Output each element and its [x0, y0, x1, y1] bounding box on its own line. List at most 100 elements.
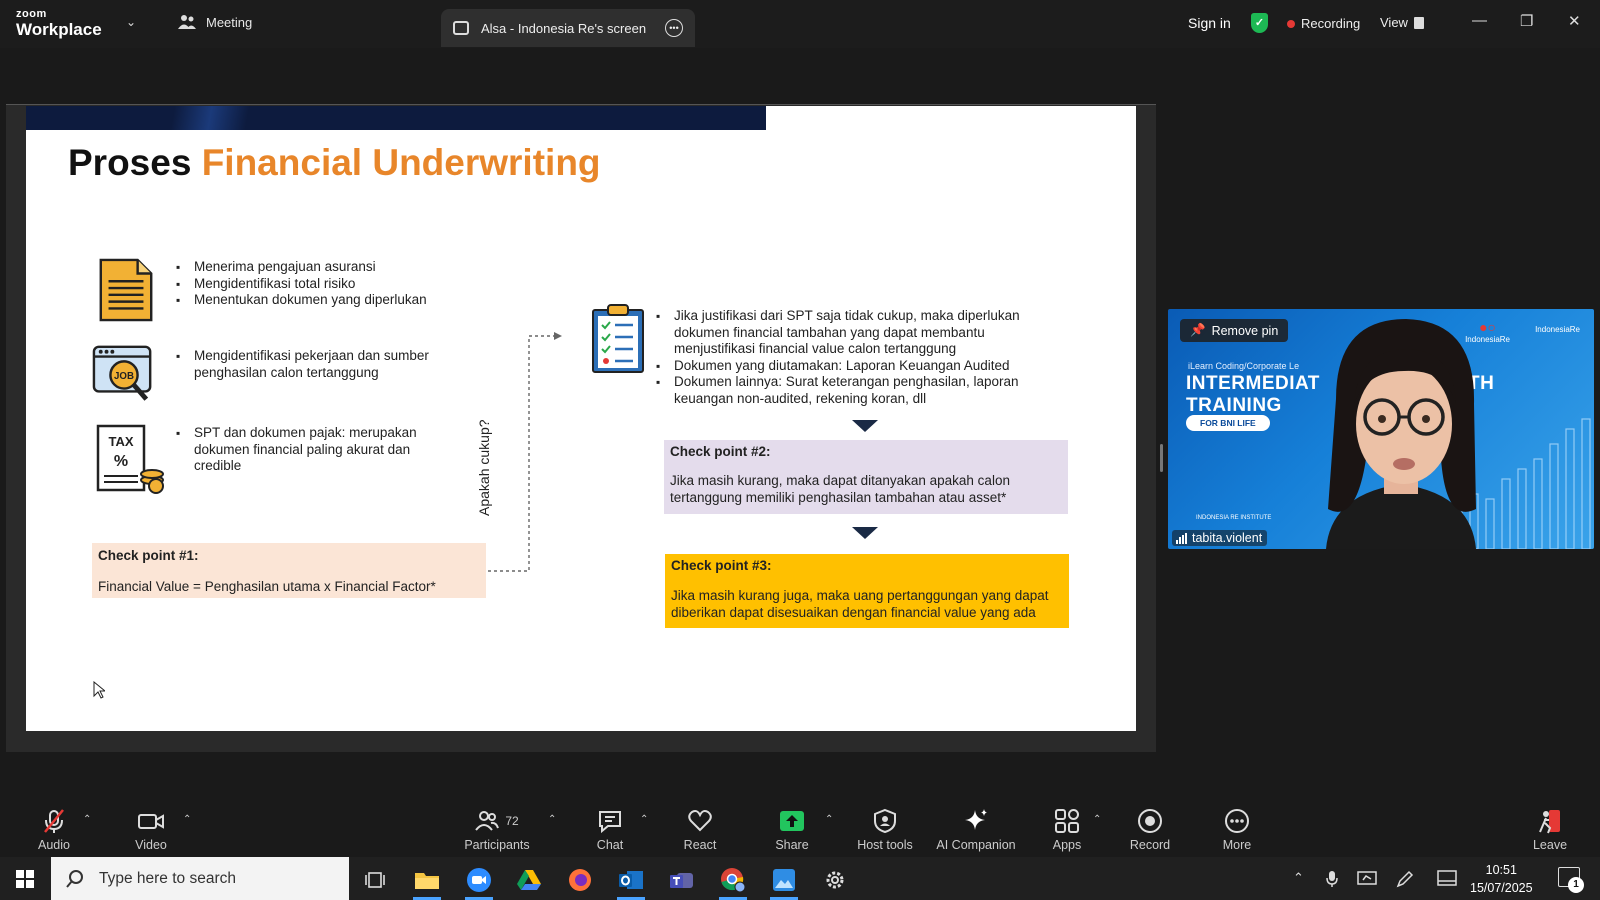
resize-handle[interactable] — [1160, 444, 1163, 472]
tray-expand-icon[interactable]: ⌃ — [1293, 870, 1304, 886]
list-item: SPT dan dokumen pajak: merupakan dokumen… — [176, 425, 436, 475]
display-icon[interactable] — [1357, 870, 1377, 888]
host-tools-label: Host tools — [857, 838, 913, 852]
zoom-workplace-logo[interactable]: zoom Workplace — [16, 8, 102, 39]
close-icon[interactable]: ✕ — [1568, 12, 1581, 30]
teams-icon[interactable] — [662, 863, 702, 897]
react-button[interactable]: React — [679, 808, 721, 852]
keyboard-icon[interactable] — [1437, 870, 1457, 886]
taskbar-clock[interactable]: 10:51 15/07/2025 — [1470, 861, 1533, 897]
slide-title: Proses Financial Underwriting — [68, 142, 601, 184]
share-button[interactable]: Share — [771, 808, 813, 852]
chat-button[interactable]: Chat — [590, 808, 630, 852]
apps-label: Apps — [1052, 838, 1082, 852]
slide-title-part1: Proses — [68, 142, 192, 183]
windows-start-icon[interactable] — [16, 870, 34, 888]
checkpoint-2-box: Check point #2: Jika masih kurang, maka … — [664, 440, 1068, 514]
sign-in-button[interactable]: Sign in — [1188, 15, 1231, 31]
logo-top-text: zoom — [16, 8, 47, 20]
list-item: Jika justifikasi dari SPT saja tidak cuk… — [656, 308, 1046, 358]
participant-video-tile[interactable]: 📌 Remove pin iLearn Coding/Corporate Le … — [1168, 309, 1594, 549]
view-layout-icon — [1413, 16, 1424, 29]
logo2-text: IndonesiaRe — [1535, 325, 1580, 334]
mouse-cursor-icon — [93, 681, 105, 699]
audio-button[interactable]: Audio — [34, 808, 74, 852]
clock-time: 10:51 — [1485, 863, 1517, 877]
checkpoint-2-body: Jika masih kurang, maka dapat ditanyakan… — [670, 473, 1010, 505]
share-screen-icon — [780, 811, 804, 831]
more-options-icon[interactable]: ••• — [665, 19, 683, 37]
chat-options-icon[interactable]: ⌃ — [640, 814, 648, 825]
video-button[interactable]: Video — [131, 808, 171, 852]
task-view-icon[interactable] — [355, 863, 395, 897]
tab-shared-screen-label: Alsa - Indonesia Re's screen — [481, 20, 647, 36]
recording-indicator[interactable]: Recording — [1287, 16, 1360, 31]
signal-strength-icon — [1176, 532, 1187, 544]
ai-companion-button[interactable]: AI Companion — [932, 808, 1020, 852]
audio-label: Audio — [38, 838, 70, 852]
apps-options-icon[interactable]: ⌃ — [1093, 814, 1101, 825]
pin-icon: 📌 — [1190, 323, 1206, 337]
view-button[interactable]: View — [1380, 15, 1424, 30]
shield-icon — [874, 808, 896, 834]
title-bar: zoom Workplace ⌄ Meeting Alsa - Indonesi… — [0, 0, 1600, 48]
participants-button[interactable]: 72 Participants — [461, 808, 533, 852]
photos-icon[interactable] — [764, 863, 804, 900]
view-label: View — [1380, 15, 1408, 30]
pen-icon[interactable] — [1396, 870, 1414, 888]
list-item: Dokumen yang diutamakan: Laporan Keuanga… — [656, 358, 1046, 375]
share-options-icon[interactable]: ⌃ — [825, 814, 833, 825]
outlook-icon[interactable] — [611, 863, 651, 900]
encryption-shield-icon[interactable]: ✓ — [1251, 13, 1268, 33]
tax-document-icon: TAX % — [96, 424, 164, 494]
restore-icon[interactable]: ❐ — [1520, 12, 1533, 30]
settings-gear-icon[interactable] — [815, 863, 855, 897]
participants-options-icon[interactable]: ⌃ — [548, 814, 556, 825]
apps-button[interactable]: Apps — [1047, 808, 1087, 852]
logo-bottom-text: Workplace — [16, 20, 102, 39]
video-options-icon[interactable]: ⌃ — [183, 814, 191, 825]
checkpoint-1-body: Financial Value = Penghasilan utama x Fi… — [98, 579, 436, 594]
search-placeholder: Type here to search — [99, 869, 236, 887]
tab-shared-screen[interactable]: Alsa - Indonesia Re's screen ••• — [441, 9, 695, 47]
firefox-icon[interactable] — [560, 863, 600, 897]
video-label: Video — [135, 838, 167, 852]
more-label: More — [1222, 838, 1252, 852]
chevron-down-icon[interactable]: ⌄ — [126, 15, 136, 29]
tab-meeting[interactable]: Meeting — [178, 14, 252, 30]
minimize-icon[interactable]: — — [1472, 12, 1487, 29]
more-button[interactable]: More — [1217, 808, 1257, 852]
flow-arrow-icon — [488, 332, 562, 572]
host-tools-button[interactable]: Host tools — [852, 808, 918, 852]
audio-options-icon[interactable]: ⌃ — [83, 814, 91, 825]
participants-count-row: 72 — [461, 808, 533, 834]
react-label: React — [683, 838, 717, 852]
remove-pin-button[interactable]: 📌 Remove pin — [1180, 319, 1289, 342]
zoom-app-icon[interactable] — [459, 863, 499, 900]
svg-text:%: % — [114, 453, 128, 470]
indonesiare-logo-small: IndonesiaRe — [1535, 325, 1580, 334]
list-item: Mengidentifikasi pekerjaan dan sumber pe… — [176, 348, 466, 381]
checkpoint-3-title: Check point #3: — [671, 558, 772, 573]
record-label: Record — [1129, 838, 1171, 852]
record-button[interactable]: Record — [1127, 808, 1173, 852]
file-explorer-icon[interactable] — [407, 863, 447, 900]
clipboard-checklist-icon — [592, 304, 644, 373]
leave-button[interactable]: Leave — [1530, 808, 1570, 852]
job-icon-label: JOB — [114, 371, 134, 382]
more-dots-icon — [1225, 809, 1249, 833]
checkpoint-1-title: Check point #1: — [98, 548, 199, 563]
institute-text: INDONESIA RE INSTITUTE — [1196, 515, 1272, 521]
record-icon — [1138, 809, 1162, 833]
participants-label: Participants — [464, 838, 530, 852]
taskbar-search-input[interactable]: Type here to search — [51, 857, 349, 900]
right-block-list: Jika justifikasi dari SPT saja tidak cuk… — [656, 308, 1046, 407]
google-drive-icon[interactable] — [509, 863, 549, 897]
recording-label: Recording — [1301, 16, 1361, 31]
microphone-icon[interactable] — [1326, 870, 1338, 888]
banner-small-text: iLearn Coding/Corporate Le — [1188, 361, 1300, 371]
list-item: Menentukan dokumen yang diperlukan — [176, 292, 476, 309]
tab-meeting-label: Meeting — [206, 14, 253, 30]
remove-pin-label: Remove pin — [1211, 323, 1279, 338]
chrome-icon[interactable] — [713, 863, 753, 900]
